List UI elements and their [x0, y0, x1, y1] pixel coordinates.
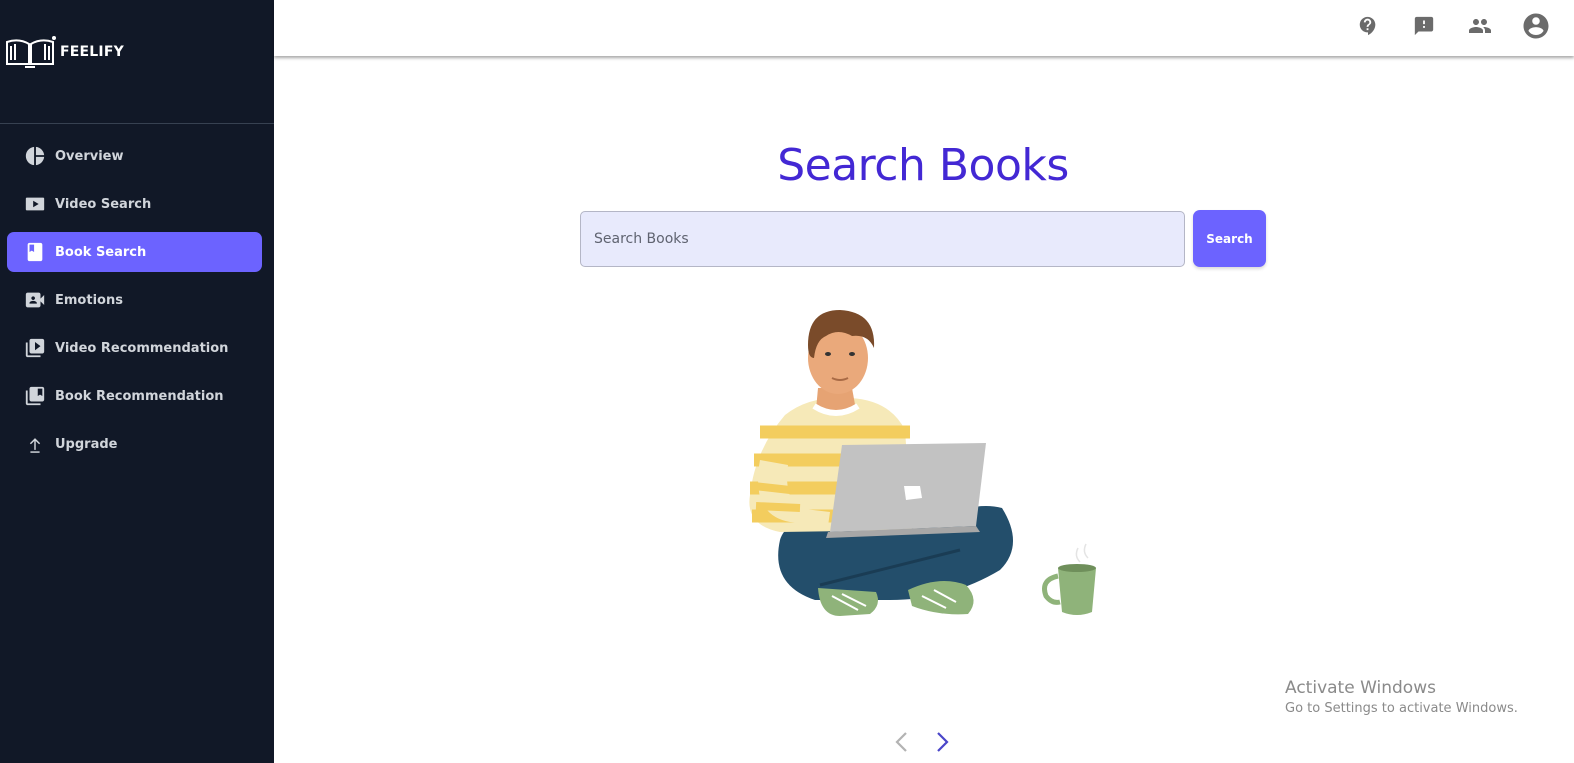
sidebar-item-video-search[interactable]: Video Search	[7, 184, 262, 224]
video-person-icon	[24, 289, 46, 311]
sidebar-item-label: Upgrade	[55, 436, 118, 452]
people-icon[interactable]	[1464, 10, 1496, 42]
search-button[interactable]: Search	[1193, 210, 1266, 267]
top-bar-actions	[1328, 10, 1552, 42]
account-icon[interactable]	[1520, 10, 1552, 42]
sidebar-divider	[0, 123, 274, 124]
sidebar-item-overview[interactable]: Overview	[7, 136, 262, 176]
book-logo-icon	[6, 36, 56, 68]
help-icon[interactable]	[1352, 10, 1384, 42]
video-library-icon	[24, 337, 46, 359]
pie-chart-icon	[24, 145, 46, 167]
sidebar-item-book-search[interactable]: Book Search	[7, 232, 262, 272]
sidebar-nav: Overview Video Search Book Search Emotio…	[7, 136, 262, 472]
sidebar-item-label: Overview	[55, 148, 124, 164]
arrow-up-icon	[24, 433, 46, 455]
sidebar-item-upgrade[interactable]: Upgrade	[7, 424, 262, 464]
sidebar-item-video-recommendation[interactable]: Video Recommendation	[7, 328, 262, 368]
sidebar-item-label: Video Recommendation	[55, 340, 229, 356]
carousel-prev-button[interactable]	[890, 728, 912, 756]
sidebar-item-label: Video Search	[55, 196, 152, 212]
library-books-icon	[24, 385, 46, 407]
sidebar-item-emotions[interactable]: Emotions	[7, 280, 262, 320]
top-bar	[274, 0, 1574, 56]
sidebar-item-label: Book Search	[55, 244, 147, 260]
search-input[interactable]	[580, 211, 1185, 267]
feedback-icon[interactable]	[1408, 10, 1440, 42]
sidebar: FEELIFY Overview Video Search Book Searc…	[0, 0, 274, 763]
book-icon	[24, 241, 46, 263]
app-logo-text: FEELIFY	[60, 44, 124, 60]
page-title: Search Books	[777, 140, 1069, 191]
app-logo[interactable]: FEELIFY	[5, 34, 124, 70]
watermark-title: Activate Windows	[1285, 678, 1436, 698]
windows-activation-watermark: Activate Windows Go to Settings to activ…	[1285, 678, 1518, 716]
sidebar-item-label: Emotions	[55, 292, 123, 308]
sidebar-item-book-recommendation[interactable]: Book Recommendation	[7, 376, 262, 416]
watermark-subtitle: Go to Settings to activate Windows.	[1285, 701, 1518, 716]
chevron-left-icon	[895, 732, 907, 752]
person-with-laptop-illustration	[749, 310, 1096, 616]
carousel-next-button[interactable]	[932, 728, 954, 756]
youtube-icon	[24, 193, 46, 215]
sidebar-item-label: Book Recommendation	[55, 388, 224, 404]
chevron-right-icon	[937, 732, 949, 752]
